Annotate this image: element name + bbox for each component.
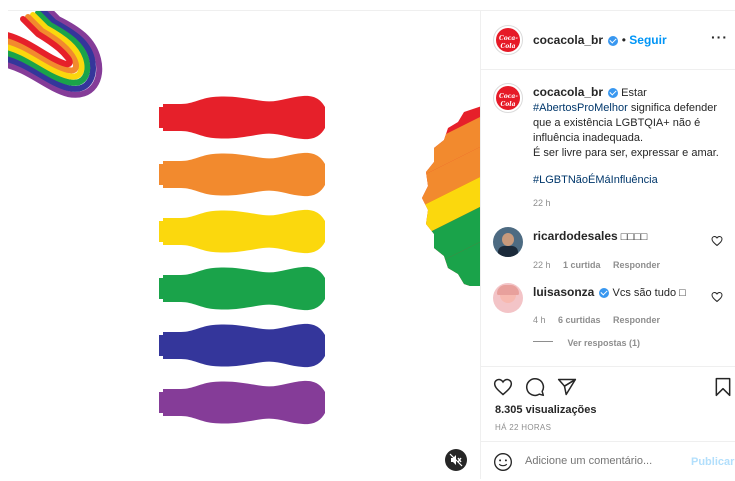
view-replies-label[interactable]: Ver respostas (1) <box>567 338 640 348</box>
like-comment-icon[interactable] <box>711 235 723 247</box>
more-options-icon[interactable]: ··· <box>711 29 728 45</box>
comment-timestamp[interactable]: 4 h <box>533 315 546 325</box>
add-comment-bar: Publicar <box>481 441 735 480</box>
view-count[interactable]: 8.305 visualizações <box>495 404 597 416</box>
instagram-post-modal: Coca-Cola cocacola_br • Seguir ··· Coca-… <box>0 0 735 481</box>
post-author-username[interactable]: cocacola_br <box>533 33 603 47</box>
caption-timestamp[interactable]: 22 h <box>533 198 551 208</box>
comment-item: luisasonza Vcs são tudo □ 4 h 6 curtidas… <box>481 281 735 331</box>
caption-text-start: Estar <box>621 87 647 99</box>
comment-likes[interactable]: 1 curtida <box>563 260 601 270</box>
verified-icon <box>599 288 610 299</box>
hashtag-link[interactable]: #AbertosProMelhor <box>533 102 628 114</box>
bottle-orange <box>159 152 325 197</box>
comment-text: Vcs são tudo □ <box>612 287 686 299</box>
caption-username[interactable]: cocacola_br <box>533 85 603 99</box>
avatar[interactable]: Coca-Cola <box>493 25 523 55</box>
verified-icon <box>608 35 619 46</box>
comment-username[interactable]: luisasonza <box>533 285 594 299</box>
avatar[interactable] <box>493 227 523 257</box>
comment-timestamp[interactable]: 22 h <box>533 260 551 270</box>
bottle-green <box>159 266 325 311</box>
post-media[interactable] <box>8 10 480 479</box>
comment-username[interactable]: ricardodesales <box>533 229 618 243</box>
reply-button[interactable]: Responder <box>613 260 660 270</box>
comment-icon[interactable] <box>525 377 545 397</box>
caption-text-line2: É ser livre para ser, expressar e amar. <box>533 147 719 159</box>
publish-button[interactable]: Publicar <box>691 456 734 468</box>
post-date[interactable]: HÁ 22 HORAS <box>495 423 551 432</box>
replies-line <box>533 341 553 343</box>
avatar[interactable] <box>493 283 523 313</box>
rainbow-bottle-outline <box>8 11 103 98</box>
post-panel: Coca-Cola cocacola_br • Seguir ··· Coca-… <box>480 10 735 479</box>
comment-text: □□□□ <box>620 231 648 243</box>
rainbow-bottle-cap <box>422 106 480 286</box>
bottle-yellow <box>159 209 325 254</box>
like-comment-icon[interactable] <box>711 291 723 303</box>
verified-icon <box>608 88 619 99</box>
rainbow-bottles <box>159 95 325 425</box>
caption-avatar[interactable]: Coca-Cola <box>493 83 523 113</box>
actions-bar: 8.305 visualizações HÁ 22 HORAS <box>481 366 735 439</box>
mute-button[interactable] <box>445 449 467 471</box>
speaker-muted-icon <box>449 453 463 467</box>
bottle-red <box>159 95 325 140</box>
save-icon[interactable] <box>713 377 733 397</box>
view-replies[interactable]: Ver respostas (1) <box>533 333 640 351</box>
comment-likes[interactable]: 6 curtidas <box>558 315 601 325</box>
hashtag-link[interactable]: #LGBTNãoÉMáInfluência <box>533 174 658 186</box>
separator-dot: • <box>621 33 626 47</box>
like-icon[interactable] <box>493 377 513 397</box>
bottle-blue <box>159 323 325 368</box>
coca-cola-logo: Coca-Cola <box>499 93 518 108</box>
coca-cola-logo: Coca-Cola <box>499 35 518 50</box>
follow-button[interactable]: Seguir <box>629 33 666 47</box>
comment-input[interactable] <box>523 453 677 469</box>
bottle-purple <box>159 380 325 425</box>
emoji-icon[interactable] <box>493 452 513 472</box>
comment-item: ricardodesales □□□□ 22 h 1 curtida Respo… <box>481 225 735 275</box>
reply-button[interactable]: Responder <box>613 315 660 325</box>
post-header: Coca-Cola cocacola_br • Seguir ··· <box>481 11 735 70</box>
share-icon[interactable] <box>557 377 577 397</box>
